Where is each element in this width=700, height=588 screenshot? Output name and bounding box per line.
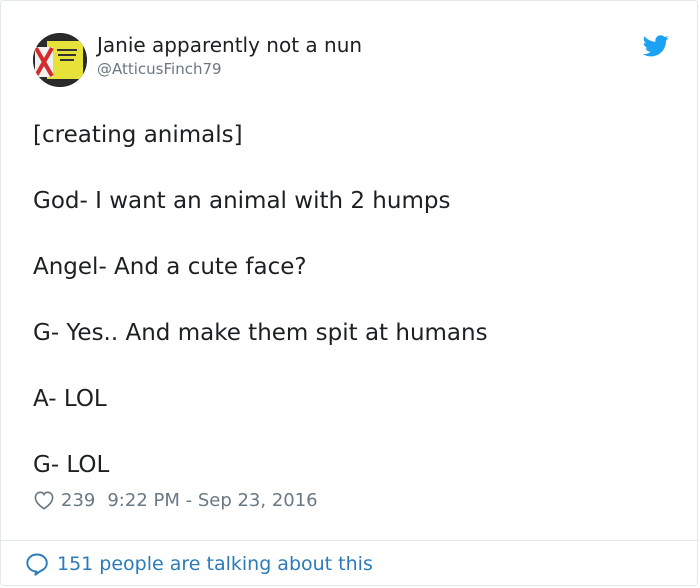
tweet-line-break: [33, 284, 663, 317]
tweet-line: Angel- And a cute face?: [33, 254, 307, 280]
heart-icon: [34, 491, 54, 510]
tweet-line: God- I want an animal with 2 humps: [33, 188, 451, 214]
talking-about-text: 151 people are talking about this: [57, 553, 373, 575]
avatar[interactable]: [33, 33, 87, 87]
tweet-line-break: [33, 218, 663, 251]
tweet-line: G- LOL: [33, 452, 110, 478]
tweet-line-break: [33, 416, 663, 449]
tweet-line-break: [33, 152, 663, 185]
talking-about-link[interactable]: 151 people are talking about this: [25, 550, 373, 578]
tweet-line: G- Yes.. And make them spit at humans: [33, 320, 488, 346]
twitter-bird-icon[interactable]: [642, 35, 669, 57]
like-count: 239: [61, 489, 96, 511]
user-handle[interactable]: @AtticusFinch79: [97, 59, 222, 79]
speech-bubble-icon: [26, 553, 48, 576]
tweet-text: [creating animals] God- I want an animal…: [33, 119, 663, 482]
tweet-line: A- LOL: [33, 386, 107, 412]
tweet-timestamp[interactable]: 9:22 PM - Sep 23, 2016: [107, 490, 317, 511]
avatar-image: [33, 33, 87, 87]
divider: [1, 540, 699, 541]
tweet-line: [creating animals]: [33, 122, 243, 148]
display-name[interactable]: Janie apparently not a nun: [97, 33, 362, 57]
tweet-line-break: [33, 350, 663, 383]
like-button[interactable]: 239: [33, 490, 95, 511]
tweet-meta: 239 9:22 PM - Sep 23, 2016: [33, 487, 318, 513]
tweet-card: Janie apparently not a nun @AtticusFinch…: [0, 0, 699, 586]
